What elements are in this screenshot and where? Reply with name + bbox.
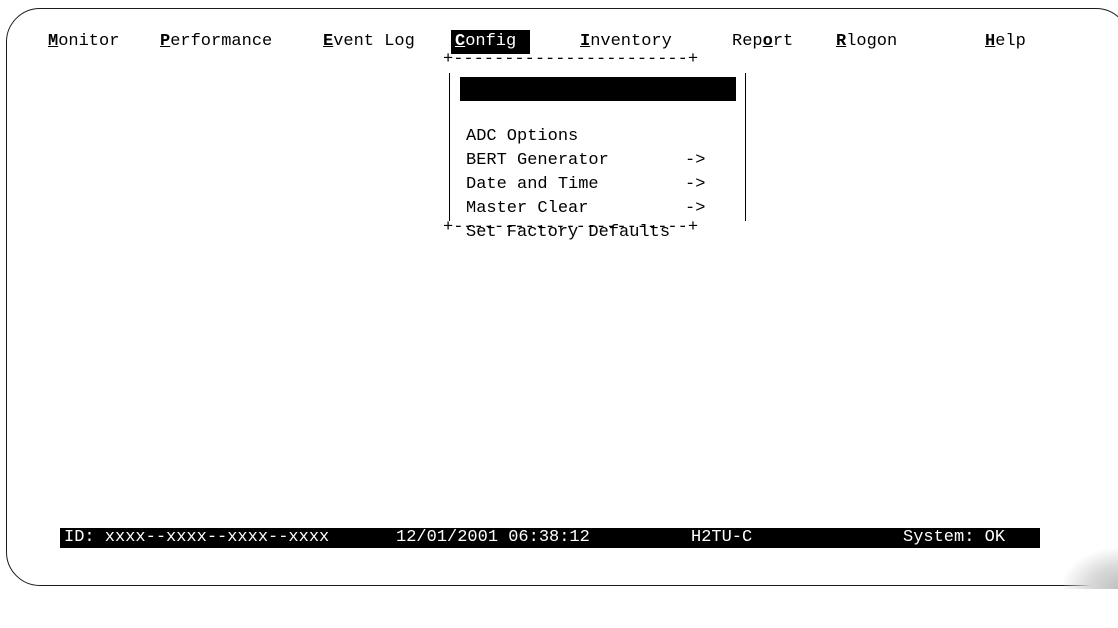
- menu-event-log-label: vent Log: [333, 32, 415, 51]
- dropdown-item-master-clear[interactable]: Master Clear: [460, 173, 736, 218]
- menu-monitor-label: onitor: [58, 32, 120, 51]
- menu-performance[interactable]: Performance: [160, 30, 272, 54]
- dropdown-item-adc-options[interactable]: ADC Options ->: [460, 101, 736, 170]
- menu-event-log-hotkey: E: [323, 32, 334, 51]
- menu-report-prefix: Rep: [732, 32, 763, 51]
- bezel-shadow: [1064, 549, 1118, 589]
- menu-event-log[interactable]: Event Log: [323, 30, 415, 54]
- menu-help-label: elp: [995, 32, 1026, 51]
- menu-rlogon-hotkey: R: [836, 32, 847, 51]
- dropdown-right-border: [745, 73, 746, 221]
- status-datetime: 12/01/2001 06:38:12: [396, 528, 590, 547]
- menu-inventory-hotkey: I: [580, 32, 591, 51]
- menu-config-hotkey: C: [455, 32, 466, 51]
- dropdown-bottom-border: +-----------------------+: [443, 218, 699, 237]
- menu-rlogon[interactable]: Rlogon: [836, 30, 897, 54]
- dropdown-left-border: [449, 73, 450, 221]
- status-unit-type: H2TU-C: [691, 528, 753, 547]
- menu-rlogon-label: logon: [846, 32, 898, 51]
- menu-monitor-hotkey: M: [48, 32, 59, 51]
- menu-help[interactable]: Help: [985, 30, 1026, 54]
- status-system: System: OK: [903, 528, 1006, 547]
- menu-inventory-label: nventory: [590, 32, 672, 51]
- dropdown-top-border: +-----------------------+: [443, 50, 699, 69]
- menu-monitor[interactable]: Monitor: [48, 30, 119, 54]
- menu-report[interactable]: Report: [732, 30, 793, 54]
- menu-help-hotkey: H: [985, 32, 996, 51]
- menu-config-label: onfig: [465, 32, 517, 51]
- menu-performance-label: erformance: [170, 32, 273, 51]
- menu-report-hotkey: o: [762, 32, 773, 51]
- config-dropdown-menu: +-----------------------+ Standard Optio…: [443, 50, 751, 242]
- dropdown-item-date-and-time[interactable]: Date and Time ->: [460, 149, 736, 218]
- status-device-id: ID: xxxx--xxxx--xxxx--xxxx: [64, 528, 330, 547]
- menu-performance-hotkey: P: [160, 32, 171, 51]
- dropdown-item-standard-options[interactable]: Standard Options ->: [460, 77, 736, 146]
- dropdown-item-bert-generator[interactable]: BERT Generator ->: [460, 125, 736, 194]
- status-bar: ID: xxxx--xxxx--xxxx--xxxx 12/01/2001 06…: [60, 528, 1040, 548]
- menu-report-label: rt: [772, 32, 794, 51]
